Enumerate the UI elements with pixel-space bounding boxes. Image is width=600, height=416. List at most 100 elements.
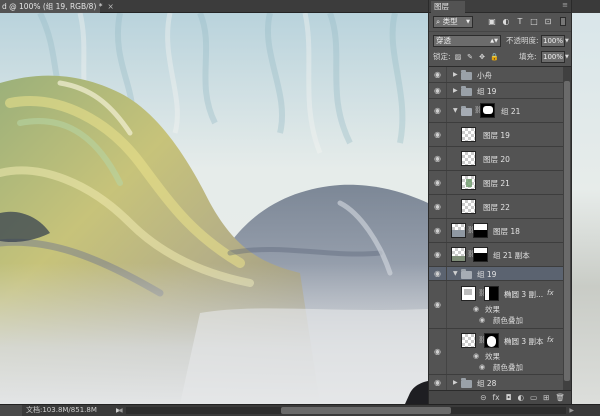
folder-open-icon [461,106,472,116]
smart-object-icon[interactable]: ⊡ [543,16,553,27]
layer-mask-thumbnail[interactable] [473,247,488,262]
panel-bottom-toolbar: ⊝ fx ◘ ◐ ▭ ⊞ 🗑 [429,390,571,404]
chevron-right-icon[interactable]: ▶ [453,87,458,94]
layers-scrollbar[interactable] [563,67,571,390]
blend-mode-select[interactable]: 穿透 ▲▼ [433,35,501,47]
chevron-down-icon[interactable]: ▼ [453,270,458,277]
horizontal-scrollbar[interactable]: ◀ ▶ [118,407,574,414]
chevron-right-icon[interactable]: ▶ [453,379,458,386]
layer-thumbnail[interactable] [461,333,476,348]
scroll-right-icon[interactable]: ▶ [569,405,574,416]
layer-thumbnail[interactable] [461,286,476,301]
lock-all-icon[interactable]: 🔒 [490,52,499,62]
layer-thumbnail[interactable] [461,175,476,190]
adjustment-layer-icon[interactable]: ◐ [518,393,525,402]
fx-icon[interactable]: fx [547,289,554,297]
lock-pixels-icon[interactable]: ✎ [466,52,474,62]
zoom-field[interactable] [0,405,22,416]
layer-row[interactable]: ◉ ▼ ⛓ 组 21 [429,99,563,123]
layer-row[interactable]: ◉ ▼ 组 19 [429,267,563,281]
trash-icon[interactable]: 🗑 [555,393,565,402]
filter-kind-label: 类型 [442,17,458,26]
new-group-icon[interactable]: ▭ [530,393,537,402]
eye-icon[interactable]: ◉ [473,352,479,360]
panel-menu-icon[interactable]: ≡ [562,1,568,9]
eye-icon[interactable]: ◉ [429,219,447,242]
layer-row[interactable]: ◉ ⛓ 组 21 副本 [429,243,563,267]
layer-row[interactable]: ◉ ⛓ 图层 18 [429,219,563,243]
eye-icon[interactable]: ◉ [429,67,447,82]
layer-thumbnail[interactable] [461,127,476,142]
eye-icon[interactable]: ◉ [473,305,479,313]
text-icon[interactable]: T [515,16,525,27]
image-icon[interactable]: ▣ [487,16,497,27]
eye-icon[interactable]: ◉ [429,99,447,122]
canvas-painting [0,13,428,404]
filter-row: ⌕ 类型 ▼ ▣ ◐ T □ ⊡ [429,13,571,31]
scrollbar-thumb[interactable] [281,407,451,414]
eye-icon[interactable]: ◉ [429,267,447,280]
lock-position-icon[interactable]: ✥ [478,52,486,62]
layers-panel: 图层 ≡ ⌕ 类型 ▼ ▣ ◐ T □ ⊡ 穿透 ▲▼ 不透明度: 100% ▼… [428,0,572,404]
fill-input[interactable]: 100% [541,51,565,63]
layer-name: 组 19 [477,87,497,96]
opacity-input[interactable]: 100% [541,35,565,47]
eye-icon[interactable]: ◉ [429,329,447,374]
lock-transparency-icon[interactable]: ▨ [454,52,462,62]
adjustment-icon[interactable]: ◐ [501,16,511,27]
document-size: 文档:103.8M/851.8M [26,406,97,414]
eye-icon[interactable]: ◉ [479,316,485,324]
close-icon[interactable]: × [108,2,114,11]
tab-layers[interactable]: 图层 [431,1,465,13]
layer-row[interactable]: ◉ 图层 20 [429,147,563,171]
eye-icon[interactable]: ◉ [429,243,447,266]
eye-icon[interactable]: ◉ [429,171,447,194]
chevron-down-icon[interactable]: ▼ [453,107,458,114]
document-tab-title: d @ 100% (组 19, RGB/8) * [2,2,103,11]
layer-row[interactable]: ◉ 图层 21 [429,171,563,195]
layer-row[interactable]: ◉ 图层 22 [429,195,563,219]
filter-kind-select[interactable]: ⌕ 类型 ▼ [433,16,473,28]
layer-name: 组 28 [477,379,497,388]
eye-icon[interactable]: ◉ [429,281,447,328]
new-layer-icon[interactable]: ⊞ [543,393,549,402]
chevron-down-icon[interactable]: ▼ [565,54,569,60]
layer-mask-thumbnail[interactable] [480,103,495,118]
mask-shape [474,248,487,253]
effect-name[interactable]: 颜色叠加 [493,362,523,373]
fx-icon[interactable]: fx [547,336,554,344]
chevron-right-icon[interactable]: ▶ [453,71,458,78]
layer-row[interactable]: ◉ ▶ 组 19 [429,83,563,99]
eye-icon[interactable]: ◉ [479,363,485,371]
scroll-left-icon[interactable]: ◀ [118,405,123,416]
shape-icon[interactable]: □ [529,16,539,27]
layer-mask-thumbnail[interactable] [473,223,488,238]
filter-toggle[interactable] [560,17,566,26]
layer-row[interactable]: ◉ ▶ 组 28 [429,375,563,390]
layer-row[interactable]: ◉ ⛓ 椭圆 3 副... fx ◉ 效果 ◉ 颜色叠加 [429,281,563,329]
folder-icon [461,86,472,96]
layer-mask-thumbnail[interactable] [484,286,499,301]
eye-icon[interactable]: ◉ [429,83,447,98]
document-tab[interactable]: d @ 100% (组 19, RGB/8) * × [0,0,114,13]
eye-icon[interactable]: ◉ [429,195,447,218]
link-layers-icon[interactable]: ⊝ [480,393,486,402]
thumbnail-content [464,289,472,295]
layer-thumbnail[interactable] [461,151,476,166]
layer-thumbnail[interactable] [451,223,466,238]
layer-thumbnail[interactable] [451,247,466,262]
scrollbar-thumb[interactable] [564,81,570,381]
layer-thumbnail[interactable] [461,199,476,214]
layer-row[interactable]: ◉ 图层 19 [429,123,563,147]
add-style-icon[interactable]: fx [493,393,500,402]
eye-icon[interactable]: ◉ [429,147,447,170]
layer-mask-thumbnail[interactable] [484,333,499,348]
add-mask-icon[interactable]: ◘ [506,393,512,402]
layer-row[interactable]: ◉ ▶ 小舟 [429,67,563,83]
effect-name[interactable]: 颜色叠加 [493,315,523,326]
canvas[interactable] [0,13,428,404]
eye-icon[interactable]: ◉ [429,123,447,146]
layer-row[interactable]: ◉ ⛓ 椭圆 3 副本 fx ◉ 效果 ◉ 颜色叠加 [429,329,563,375]
chevron-down-icon[interactable]: ▼ [565,38,569,44]
eye-icon[interactable]: ◉ [429,375,447,390]
